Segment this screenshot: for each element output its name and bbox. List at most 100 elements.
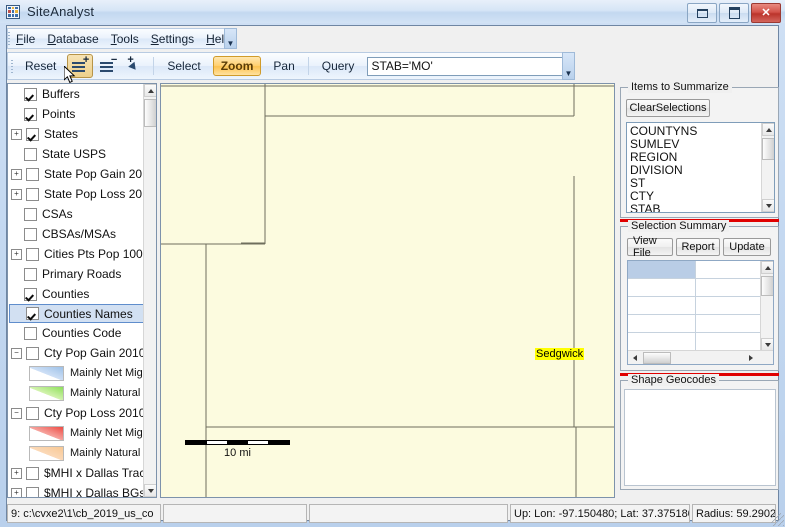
layer-checkbox[interactable] (26, 346, 39, 360)
grid-cell[interactable] (628, 261, 696, 279)
minimize-button[interactable] (687, 3, 717, 23)
layers-tree-list[interactable]: Buffers Points + States State USPS + State Pop… (8, 84, 145, 497)
layer-tree-item[interactable]: + $MHI x Dallas BGs (8, 483, 145, 497)
query-button[interactable]: Query (314, 56, 363, 76)
report-button[interactable]: Report (676, 238, 720, 256)
layer-tree-item[interactable]: Primary Roads (8, 264, 145, 284)
grid-scroll-left-button[interactable] (628, 351, 641, 364)
layer-tree-item[interactable]: CBSAs/MSAs (8, 224, 145, 244)
menu-item-tools[interactable]: Tools (105, 30, 145, 48)
grid-hscrollbar[interactable] (628, 350, 773, 364)
summarize-field-item[interactable]: STAB (627, 203, 761, 213)
maximize-button[interactable] (719, 3, 749, 23)
layer-checkbox[interactable] (24, 267, 37, 281)
menu-item-database[interactable]: Database (41, 30, 104, 48)
layer-legend-item[interactable]: Mainly Natural In (8, 383, 145, 403)
grid-scroll-up-button[interactable] (761, 261, 773, 274)
layer-tree-item[interactable]: + States (8, 124, 145, 144)
layer-tree-item[interactable]: Counties Names (9, 304, 144, 323)
menu-item-file[interactable]: File (10, 30, 41, 48)
layer-checkbox[interactable] (24, 147, 37, 161)
toolbar-grip[interactable] (8, 53, 15, 79)
layer-tree-item[interactable]: Buffers (8, 84, 145, 104)
layer-tree-item[interactable]: + $MHI x Dallas Trac (8, 463, 145, 483)
close-button[interactable]: ✕ (751, 3, 781, 23)
layer-tree-item[interactable]: − Cty Pop Loss 2010 (8, 403, 145, 423)
grid-hscroll-thumb[interactable] (643, 351, 671, 364)
summarize-field-item[interactable]: DIVISION (627, 164, 761, 177)
grid-scroll-thumb[interactable] (761, 276, 773, 296)
resize-grip[interactable] (771, 513, 784, 526)
layer-legend-item[interactable]: Mainly Net Migrat (8, 423, 145, 443)
summarize-fields-list[interactable]: COUNTYNS SUMLEV REGION DIVISION ST CTY STAB (627, 125, 761, 213)
layer-checkbox[interactable] (26, 167, 39, 181)
grid-cell[interactable] (628, 315, 696, 333)
clear-selections-button[interactable]: ClearSelections (626, 99, 710, 117)
fields-scroll-thumb[interactable] (762, 138, 774, 160)
layer-tree-item[interactable]: Counties Code (8, 323, 145, 343)
pan-mode-button[interactable]: Pan (265, 56, 302, 76)
layer-checkbox[interactable] (24, 287, 37, 301)
grid-cell[interactable] (696, 315, 764, 333)
shape-geocodes-content[interactable] (624, 389, 776, 486)
layer-checkbox[interactable] (26, 486, 39, 497)
collapse-icon[interactable]: − (11, 347, 22, 359)
layer-legend-item[interactable]: Mainly Natural In (8, 443, 145, 463)
reset-button[interactable]: Reset (17, 56, 64, 76)
expand-icon[interactable]: + (11, 487, 22, 497)
update-button[interactable]: Update (723, 238, 771, 256)
scroll-thumb[interactable] (144, 99, 156, 127)
collapse-icon[interactable]: − (11, 407, 22, 419)
scroll-down-button[interactable] (144, 484, 156, 497)
zoom-out-layers-button[interactable]: − (95, 54, 121, 78)
grid-cell[interactable] (628, 297, 696, 315)
layer-legend-item[interactable]: Mainly Net Migrat (8, 363, 145, 383)
summarize-fields-listbox[interactable]: COUNTYNS SUMLEV REGION DIVISION ST CTY STAB (626, 122, 775, 213)
layer-tree-item[interactable]: + State Pop Loss 20 (8, 184, 145, 204)
grid-cell[interactable] (696, 333, 764, 351)
layer-checkbox[interactable] (24, 227, 37, 241)
view-file-button[interactable]: View File (627, 235, 673, 259)
grid-cell[interactable] (696, 261, 764, 279)
layer-checkbox[interactable] (26, 406, 39, 420)
summarize-fields-scrollbar[interactable] (761, 123, 774, 212)
layer-tree-item[interactable]: Points (8, 104, 145, 124)
layer-tree-item[interactable]: + Cities Pts Pop 100 (8, 244, 145, 264)
grid-cell[interactable] (628, 333, 696, 351)
grid-scroll-right-button[interactable] (744, 351, 757, 364)
zoom-mode-button[interactable]: Zoom (212, 56, 262, 76)
toolbar-overflow-button[interactable]: ▼ (562, 52, 575, 80)
grid-vscrollbar[interactable] (760, 261, 773, 351)
layer-tree-item[interactable]: Counties (8, 284, 145, 304)
layer-checkbox[interactable] (26, 187, 39, 201)
map-view[interactable]: Sedgwick 10 mi (160, 83, 615, 498)
layer-tree-item[interactable]: State USPS (8, 144, 145, 164)
layer-checkbox[interactable] (24, 326, 37, 340)
layer-checkbox[interactable] (26, 127, 39, 141)
layer-tree-item[interactable]: + State Pop Gain 20 (8, 164, 145, 184)
expand-icon[interactable]: + (11, 467, 22, 479)
layer-tree-item[interactable]: − Cty Pop Gain 2010 (8, 343, 145, 363)
layer-checkbox[interactable] (26, 466, 39, 480)
grid-cell[interactable] (628, 279, 696, 297)
layer-checkbox[interactable] (26, 247, 39, 261)
layer-checkbox[interactable] (26, 307, 39, 320)
zoom-in-layers-button[interactable]: + (67, 54, 94, 78)
expand-icon[interactable]: + (11, 168, 22, 180)
selection-summary-grid[interactable] (627, 260, 774, 365)
fields-scroll-down-button[interactable] (762, 199, 774, 212)
grid-cell[interactable] (696, 279, 764, 297)
fields-scroll-up-button[interactable] (762, 123, 774, 136)
query-input[interactable]: STAB='MO' (367, 56, 564, 76)
layer-tree-item[interactable]: CSAs (8, 204, 145, 224)
layer-checkbox[interactable] (24, 207, 37, 221)
layer-checkbox[interactable] (24, 107, 37, 121)
scroll-up-button[interactable] (144, 84, 156, 97)
grid-cell[interactable] (696, 297, 764, 315)
select-mode-button[interactable]: Select (159, 56, 208, 76)
layer-checkbox[interactable] (24, 87, 37, 101)
layers-tree-scrollbar[interactable] (143, 84, 156, 497)
menu-overflow-button[interactable]: ▼ (224, 28, 237, 49)
expand-icon[interactable]: + (11, 188, 22, 200)
expand-icon[interactable]: + (11, 248, 22, 260)
